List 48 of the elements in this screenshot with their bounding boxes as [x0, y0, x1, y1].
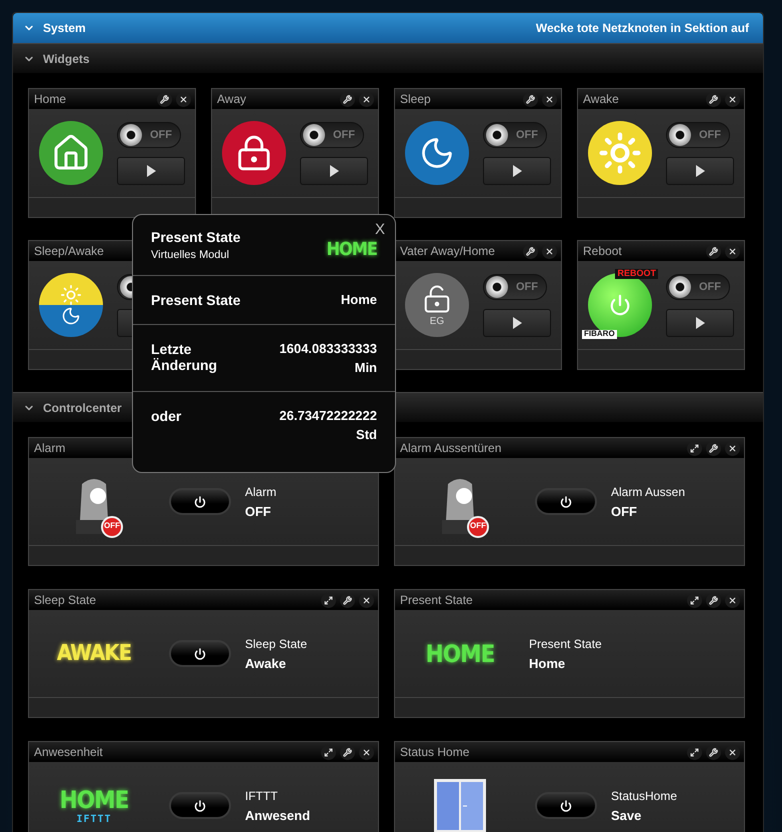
section-title: Controlcenter — [43, 400, 122, 414]
device-name: Sleep State — [245, 636, 308, 650]
popup-value: 1604.083333333 — [279, 341, 377, 356]
popup-unit: Std — [356, 427, 377, 442]
home-sign: HOME — [60, 786, 128, 814]
device-value: Anwesend — [245, 808, 310, 822]
widget-title: Away — [217, 92, 246, 106]
section-title: System — [43, 21, 86, 35]
ifttt-logo: IFTTT — [76, 814, 112, 825]
popup-label: oder — [151, 408, 182, 426]
off-badge: OFF — [467, 516, 489, 538]
device-value: Save — [611, 808, 642, 822]
icon-caption: EG — [430, 316, 444, 326]
device-title: Alarm — [34, 441, 66, 455]
fibaro-logo: FIBARO — [582, 330, 617, 339]
widget-title: Awake — [583, 92, 619, 106]
popup-label: Letzte Änderung — [151, 341, 218, 375]
awake-sign: AWAKE — [56, 641, 132, 666]
device-title: Status Home — [400, 745, 470, 759]
device-name: IFTTT — [245, 788, 279, 802]
device-value: Awake — [245, 656, 287, 670]
device-title: Alarm Aussentüren — [400, 441, 502, 455]
home-sign: HOME — [326, 239, 377, 260]
device-value: OFF — [611, 504, 638, 518]
widget-title: Sleep — [400, 92, 431, 106]
popup-label: Present State — [151, 292, 240, 308]
widget-title: Vater Away/Home — [400, 244, 495, 258]
off-badge: OFF — [101, 516, 123, 538]
widget-title: Sleep/Awake — [34, 244, 104, 258]
device-name: Present State — [529, 636, 602, 650]
popup-value: 26.73472222222 — [279, 408, 377, 423]
device-name: Alarm — [245, 484, 276, 498]
device-title: Sleep State — [34, 593, 96, 607]
popup-unit: Min — [354, 360, 377, 375]
popup-subtitle: Virtuelles Modul — [151, 249, 230, 261]
device-value: Home — [529, 656, 566, 670]
device-name: Alarm Aussen — [611, 484, 686, 498]
device-title: Anwesenheit — [34, 745, 103, 759]
device-title: Present State — [400, 593, 473, 607]
section-title: Widgets — [43, 52, 90, 66]
popup-title: Present State — [151, 229, 240, 245]
device-name: StatusHome — [611, 788, 678, 802]
reboot-label: REBOOT — [615, 269, 658, 279]
widget-title: Reboot — [583, 244, 622, 258]
home-sign: HOME — [426, 640, 494, 668]
device-value: OFF — [245, 504, 272, 518]
popup-value: Home — [340, 292, 377, 307]
widget-title: Home — [34, 92, 66, 106]
